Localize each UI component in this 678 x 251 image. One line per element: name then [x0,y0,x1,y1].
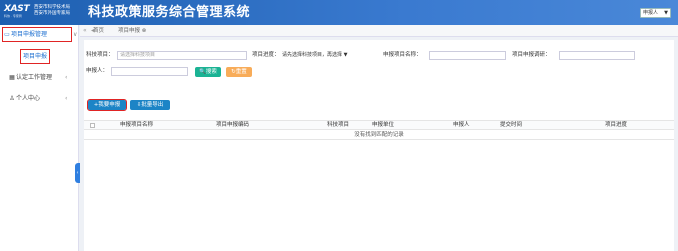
tab-scroll-left-icon[interactable]: « [83,25,87,37]
sidebar-item-project-apply[interactable]: 项目申报 [20,49,50,64]
folder-icon: ▭ [4,31,10,38]
column-header[interactable]: 申报项目名称 [120,121,153,130]
xast-logo: XAST 科协 · 专家局 [4,4,30,20]
applicant-label: 申报人： [86,68,109,74]
logo-subtext: 科协 · 专家局 [4,14,22,18]
chevron-down-icon[interactable]: ∨ [73,31,77,38]
chevron-down-icon: ▼ [664,10,668,16]
search-button-label: 搜索 [205,69,217,75]
tab-project-apply[interactable]: 项目申报 ⊗ [118,25,146,37]
search-button[interactable]: 🔍搜索 [195,67,221,77]
project-select[interactable]: 请选择科技项目 [117,51,247,60]
project-label: 科技项目： [86,52,114,58]
column-header[interactable]: 申报人 [453,121,470,130]
status-select-value: 请先选择科技项目，再选择 [282,52,343,58]
chevron-left-icon: ‹ [65,95,68,102]
select-all-checkbox[interactable] [90,123,95,128]
sidebar-item-label: 认定工作管理 [16,74,53,81]
column-header[interactable]: 申报单位 [372,121,394,130]
sidebar-item-label: 项目申报管理 [11,31,48,38]
project-name-label: 申报项目名称： [383,52,422,58]
status-label: 项目进度： [252,52,280,58]
org-line-2: 西安市外国专家局 [34,11,70,16]
column-header[interactable]: 科技项目 [327,121,349,130]
column-header[interactable]: 提交时间 [500,121,522,130]
research-label: 项目申报调研： [512,52,551,58]
user-menu-label: 申报人 [643,10,659,16]
toolbar: +我要申报 ⇩批量导出 [84,96,674,114]
top-header: XAST 科协 · 专家局 西安市科学技术局 西安市外国专家局 科技政策服务综合… [0,0,678,25]
user-icon: ♙ [9,95,15,102]
apply-button[interactable]: +我要申报 [87,99,127,111]
tab-bar: « ◂ 首页 项目申报 ⊗ [80,25,678,37]
tab-label: 项目申报 [118,28,141,34]
project-name-input[interactable] [429,51,506,60]
sidebar-item-personal-center[interactable]: ♙个人中心 [8,92,72,105]
export-button-label: 批量导出 [141,102,164,108]
sidebar-collapse-toggle[interactable]: ‹ [75,163,80,183]
org-name: 西安市科学技术局 西安市外国专家局 [34,5,70,17]
column-header[interactable]: 项目申报编码 [216,121,249,130]
reset-button[interactable]: ↻重置 [226,67,252,77]
search-icon: 🔍 [199,69,206,75]
close-icon[interactable]: ⊗ [142,28,147,34]
reset-button-label: 重置 [235,69,247,75]
chevron-down-icon: ▼ [343,52,348,58]
sidebar: ▭项目申报管理 ∨ 项目申报 ▦认定工作管理 ‹ ♙个人中心 ‹ [0,25,79,251]
building-icon: ▦ [9,74,15,81]
user-menu-button[interactable]: 申报人 ▼ [640,8,671,18]
research-input[interactable] [559,51,635,60]
applicant-input[interactable] [111,67,188,76]
column-header[interactable]: 项目进度 [605,121,627,130]
tab-home[interactable]: 首页 [93,25,104,37]
app-title: 科技政策服务综合管理系统 [88,5,251,20]
export-button[interactable]: ⇩批量导出 [130,100,170,110]
status-select[interactable]: 请先选择科技项目，再选择 ▼ [282,51,372,60]
chevron-left-icon: ‹ [65,74,68,81]
empty-table-message: 没有找到匹配的记录 [84,130,674,140]
logo-text: XAST [4,4,30,14]
apply-button-label: 我要申报 [98,102,121,108]
table-header: 申报项目名称 项目申报编码 科技项目 申报单位 申报人 提交时间 项目进度 [84,120,674,130]
sidebar-item-label: 个人中心 [16,95,41,102]
sidebar-item-certification[interactable]: ▦认定工作管理 [8,71,72,84]
sidebar-item-project-management[interactable]: ▭项目申报管理 [2,27,72,42]
